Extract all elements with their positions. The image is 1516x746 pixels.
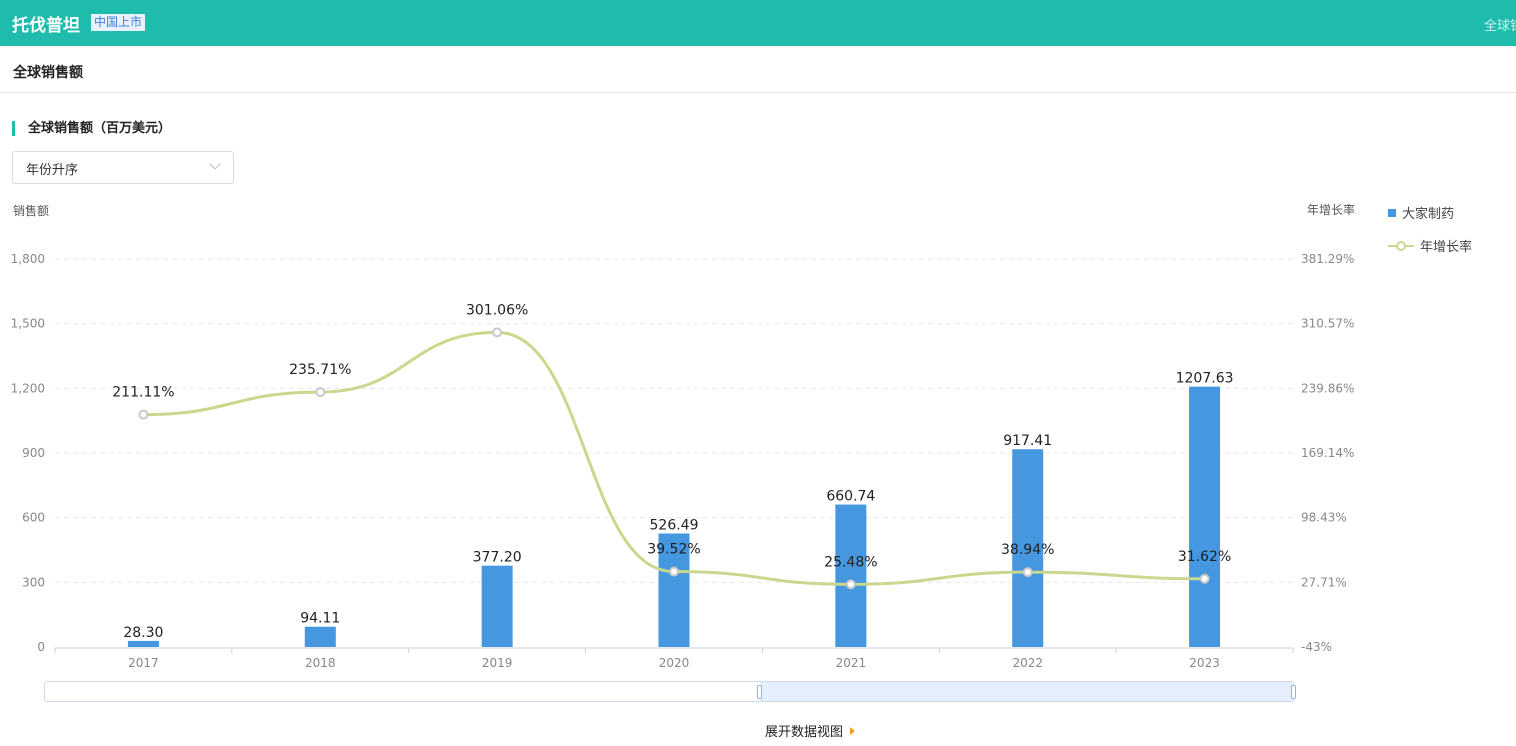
bar	[835, 504, 867, 647]
right-axis-title: 年增长率	[1307, 202, 1355, 217]
data-zoom-selection[interactable]	[760, 682, 1293, 701]
x-tick-label: 2019	[482, 656, 513, 670]
line-data-label: 38.94%	[1001, 542, 1054, 558]
right-tick-label: 310.57%	[1301, 317, 1354, 331]
zoom-handle-right[interactable]	[1291, 685, 1296, 699]
growth-point	[138, 409, 149, 420]
right-tick-label: 27.71%	[1301, 575, 1347, 589]
expand-data-view-link[interactable]: 展开数据视图	[765, 721, 856, 740]
left-tick-label: 900	[22, 446, 45, 460]
legend-item-line[interactable]: 年增长率	[1388, 237, 1473, 255]
legend: 大家制药 年增长率	[1388, 204, 1472, 270]
bar	[1189, 386, 1221, 647]
x-tick-label: 2017	[128, 656, 159, 670]
data-zoom-slider[interactable]	[44, 681, 1296, 702]
right-tick-label: 239.86%	[1301, 381, 1354, 395]
line-swatch-icon	[1388, 240, 1414, 251]
growth-point	[1022, 567, 1033, 578]
x-tick-label: 2022	[1012, 656, 1043, 670]
left-tick-label: 1,500	[11, 317, 45, 331]
left-tick-label: 1,800	[11, 252, 45, 266]
expand-label: 展开数据视图	[765, 725, 844, 740]
bar-data-label: 28.30	[123, 625, 163, 641]
line-data-label: 301.06%	[466, 302, 528, 318]
line-data-label: 235.71%	[289, 362, 351, 378]
x-tick-label: 2020	[659, 656, 690, 670]
bar-swatch-icon	[1388, 208, 1396, 217]
line-data-label: 31.62%	[1178, 549, 1231, 565]
bar-data-label: 660.74	[826, 489, 875, 505]
bar-data-label: 377.20	[473, 550, 522, 566]
line-data-label: 211.11%	[112, 385, 174, 401]
bar-data-label: 526.49	[650, 518, 699, 534]
right-tick-label: -43%	[1301, 640, 1332, 654]
left-tick-label: 300	[22, 575, 45, 589]
legend-label: 年增长率	[1420, 240, 1473, 255]
growth-point	[492, 327, 503, 338]
right-tick-label: 98.43%	[1301, 511, 1347, 525]
right-tick-label: 169.14%	[1301, 446, 1354, 460]
growth-point	[669, 566, 679, 577]
growth-point	[1199, 573, 1210, 584]
bar-data-label: 1207.63	[1176, 371, 1234, 387]
right-tick-label: 381.29%	[1301, 252, 1354, 266]
x-tick-label: 2021	[836, 656, 867, 670]
bar-data-label: 94.11	[300, 611, 340, 627]
x-tick-label: 2018	[305, 656, 336, 670]
line-data-label: 39.52%	[647, 542, 700, 558]
growth-point	[315, 387, 326, 398]
chart: 销售额 年增长率 0 -43% 300 27.71% 600 98.43% 900 169.14%…	[11, 202, 1355, 670]
line-data-label: 25.48%	[824, 554, 877, 570]
bar	[481, 565, 513, 647]
zoom-handle-left[interactable]	[757, 685, 762, 699]
left-axis-title: 销售额	[13, 203, 49, 218]
bar-data-label: 917.41	[1003, 433, 1052, 449]
caret-right-icon	[850, 726, 856, 735]
left-tick-label: 600	[22, 511, 45, 525]
bar	[127, 640, 159, 647]
x-tick-label: 2023	[1189, 656, 1220, 670]
legend-item-bar[interactable]: 大家制药	[1388, 204, 1472, 222]
growth-point	[845, 579, 856, 590]
legend-label: 大家制药	[1402, 207, 1455, 222]
bar	[304, 626, 336, 647]
left-tick-label: 0	[37, 640, 45, 654]
left-tick-label: 1,200	[11, 381, 45, 395]
